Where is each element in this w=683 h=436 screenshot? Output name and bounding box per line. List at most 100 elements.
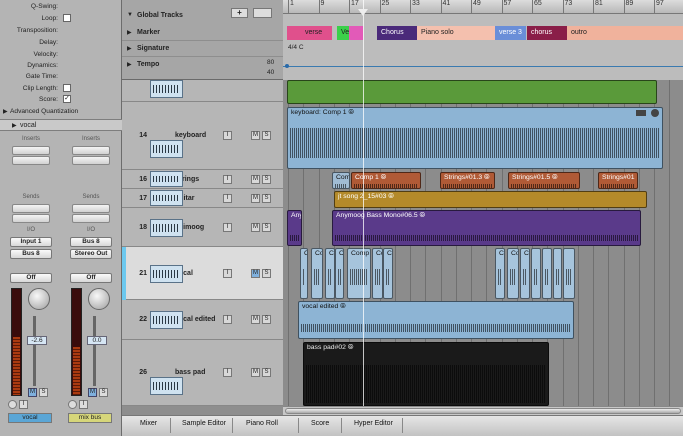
region[interactable]: Co (372, 248, 383, 299)
input-monitor-button[interactable]: I (223, 368, 232, 377)
region[interactable]: Com (332, 172, 350, 189)
pan-knob[interactable] (28, 288, 50, 310)
track-header[interactable]: 26 bass pad I M S (122, 340, 283, 406)
solo-button[interactable]: S (262, 131, 271, 140)
input-monitor-button[interactable]: I (223, 315, 232, 324)
input-slot[interactable]: Input 1 (10, 237, 52, 247)
region-inspector-header[interactable]: ▶ vocal (0, 119, 122, 131)
input-monitor-button[interactable]: I (79, 400, 88, 409)
global-tracks-title-row[interactable]: ▼ Global Tracks + (122, 8, 283, 24)
global-tracks-config-button[interactable] (253, 8, 272, 18)
fader-value[interactable]: -2.6 (27, 336, 47, 345)
global-row-marker[interactable]: ▶ Marker (122, 25, 283, 41)
track-name[interactable]: keyboard (175, 132, 206, 139)
region[interactable]: Anymoog Bass Mono#06.5 ⦾ (332, 210, 641, 246)
insert-slot[interactable] (12, 156, 50, 165)
region[interactable]: Strings#01 (598, 172, 638, 189)
track-header[interactable]: 14 keyboard I M S (122, 102, 283, 170)
global-row-tempo[interactable]: ▶ Tempo 80 40 (122, 57, 283, 79)
input-monitor-button[interactable]: I (223, 174, 232, 184)
solo-button[interactable]: S (262, 174, 271, 184)
marker-region[interactable]: verse (301, 26, 332, 40)
horizontal-scrollbar[interactable] (283, 406, 683, 415)
editor-tab[interactable]: Score (311, 420, 329, 427)
solo-button[interactable]: S (262, 222, 271, 232)
region[interactable] (563, 248, 575, 299)
region[interactable]: Comp (335, 248, 344, 299)
marker-region[interactable]: Piano solo (417, 26, 495, 40)
param-row[interactable]: Velocity: (0, 49, 122, 60)
solo-button[interactable]: S (99, 388, 108, 397)
region[interactable]: Strings#01.5 ⦾ (508, 172, 580, 189)
mute-button[interactable]: M (251, 131, 260, 140)
pan-knob[interactable] (88, 288, 110, 310)
marker-region-start[interactable] (287, 26, 301, 40)
marker-region[interactable]: chorus (527, 26, 567, 40)
advanced-quantization-toggle[interactable]: ▶ Advanced Quantization (0, 106, 122, 117)
automation-mode[interactable]: Off (70, 273, 112, 283)
fader-value[interactable]: 0.0 (87, 336, 107, 345)
param-row[interactable]: Gate Time: (0, 71, 122, 82)
marker-region[interactable]: outro (567, 26, 683, 40)
region[interactable]: keyboard: Comp 1 ⦾ (287, 107, 663, 169)
param-row[interactable]: Transposition: (0, 25, 122, 36)
mute-button[interactable]: M (88, 388, 97, 397)
output-slot[interactable]: Bus 8 (10, 249, 52, 259)
region[interactable]: jt song 2_15#03 ⦾ (334, 191, 647, 208)
send-slot[interactable] (72, 214, 110, 223)
param-row[interactable]: Loop: (0, 13, 122, 24)
mute-button[interactable]: M (251, 315, 260, 324)
mute-button[interactable]: M (251, 174, 260, 184)
editor-tab[interactable]: Sample Editor (182, 420, 226, 427)
region[interactable]: Comp (347, 248, 371, 299)
volume-fader-track[interactable] (33, 316, 36, 386)
automation-mode[interactable]: Off (10, 273, 52, 283)
solo-button[interactable]: S (262, 268, 271, 278)
send-slot[interactable] (72, 204, 110, 213)
track-header[interactable]: 17 guitar I M S (122, 189, 283, 208)
param-row[interactable]: Clip Length: (0, 83, 122, 94)
region[interactable]: Co (495, 248, 505, 299)
volume-fader-track[interactable] (93, 316, 96, 386)
track-header[interactable]: 22 vocal edited I M S (122, 300, 283, 340)
solo-button[interactable]: S (262, 315, 271, 324)
playhead-marker-icon[interactable] (358, 9, 368, 16)
region[interactable]: Strings#01.3 ⦾ (440, 172, 495, 189)
region[interactable]: Co (507, 248, 519, 299)
playhead[interactable] (363, 0, 364, 406)
track-header[interactable]: 21 vocal I M S (122, 247, 283, 300)
region[interactable]: C (300, 248, 308, 299)
editor-tab[interactable]: Mixer (140, 420, 157, 427)
track-name[interactable]: bass pad (175, 369, 205, 376)
region[interactable]: Any (287, 210, 302, 246)
region[interactable]: C (325, 248, 335, 299)
region[interactable] (287, 80, 657, 104)
track-header[interactable]: 18 animoog I M S (122, 208, 283, 247)
region[interactable]: Co (311, 248, 323, 299)
channel-name[interactable]: vocal (8, 413, 52, 423)
editor-tab[interactable]: Hyper Editor (354, 420, 393, 427)
region[interactable] (542, 248, 552, 299)
input-monitor-button[interactable]: I (223, 222, 232, 232)
input-monitor-button[interactable]: I (223, 193, 232, 203)
output-slot[interactable]: Stereo Out (70, 249, 112, 259)
insert-slot[interactable] (12, 146, 50, 155)
mute-button[interactable]: M (251, 222, 260, 232)
tempo-point[interactable] (285, 64, 289, 68)
param-checkbox[interactable]: ✓ (63, 95, 71, 103)
global-row-signature[interactable]: ▶ Signature (122, 41, 283, 57)
channel-name[interactable]: mix bus (68, 413, 112, 423)
region[interactable]: Co (520, 248, 530, 299)
mute-button[interactable]: M (251, 268, 260, 278)
input-slot[interactable]: Bus 8 (70, 237, 112, 247)
mute-button[interactable]: M (251, 193, 260, 203)
insert-slot[interactable] (72, 156, 110, 165)
editor-tab[interactable]: Piano Roll (246, 420, 278, 427)
input-monitor-button[interactable]: I (223, 268, 232, 278)
mute-button[interactable]: M (28, 388, 37, 397)
scrollbar-thumb[interactable] (285, 408, 681, 414)
marker-region[interactable]: Chorus (377, 26, 417, 40)
marker-region[interactable]: Verse (337, 26, 349, 40)
record-button[interactable] (68, 400, 77, 409)
param-row[interactable]: Q-Swing: (0, 1, 122, 12)
